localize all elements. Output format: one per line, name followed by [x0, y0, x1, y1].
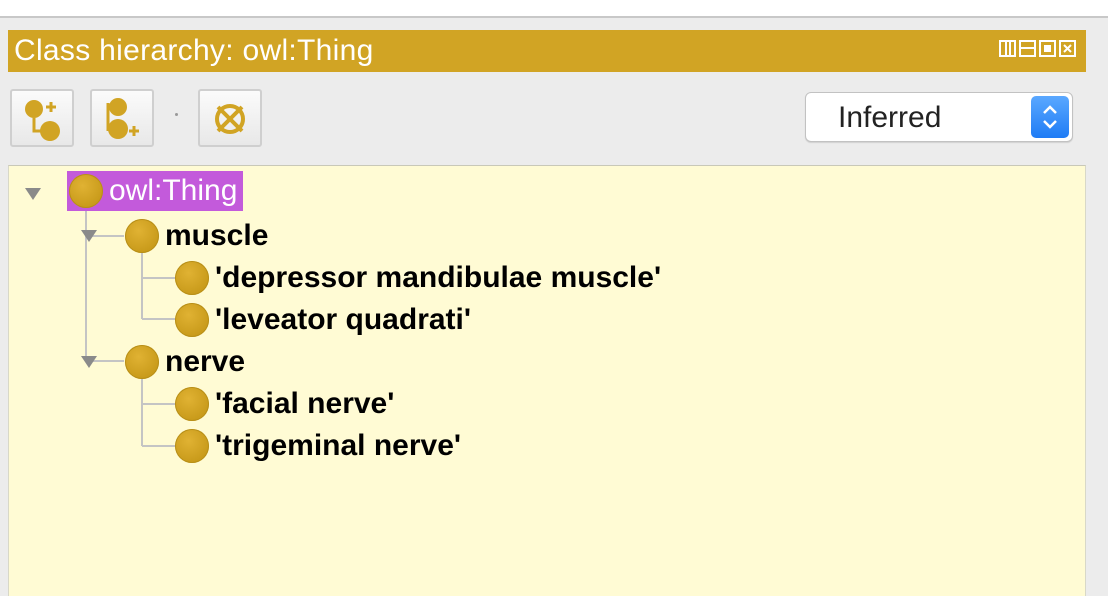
expand-triangle-icon[interactable]: [23, 184, 43, 204]
tree-node-depressor-mandibulae-muscle[interactable]: 'depressor mandibulae muscle': [175, 258, 661, 298]
columns-icon[interactable]: [999, 40, 1016, 57]
tree-node-leveator-quadrati[interactable]: 'leveator quadrati': [175, 300, 471, 340]
hierarchy-mode-select[interactable]: Inferred: [805, 92, 1073, 142]
select-arrows-icon: [1031, 96, 1069, 138]
tree-node-label: muscle: [165, 219, 269, 252]
add-subclass-button[interactable]: [10, 89, 74, 147]
add-sibling-button[interactable]: [90, 89, 154, 147]
tree-node-label: owl:Thing: [109, 174, 238, 207]
window-top-edge: [0, 0, 1108, 18]
tree-node-facial-nerve[interactable]: 'facial nerve': [175, 384, 394, 424]
class-icon: [175, 429, 209, 463]
tree-node-label: 'trigeminal nerve': [215, 429, 462, 462]
hierarchy-mode-value: Inferred: [838, 101, 942, 134]
tree-node-nerve[interactable]: nerve: [125, 342, 245, 382]
expand-triangle-icon[interactable]: [79, 352, 99, 372]
class-icon: [175, 387, 209, 421]
panel-title: Class hierarchy: owl:Thing: [14, 34, 374, 67]
class-icon: [125, 345, 159, 379]
class-icon: [175, 261, 209, 295]
tree-node-muscle[interactable]: muscle: [125, 216, 268, 256]
tree-node-label: 'leveator quadrati': [215, 303, 472, 336]
panel-title-bar: Class hierarchy: owl:Thing: [8, 30, 1086, 72]
maximize-icon[interactable]: [1039, 40, 1056, 57]
class-icon: [125, 219, 159, 253]
toolbar-separator: [175, 113, 178, 116]
tree-node-label: 'facial nerve': [215, 387, 395, 420]
add-subclass-icon: [25, 100, 60, 141]
add-sibling-icon: [106, 98, 139, 139]
hierarchy-toolbar: Inferred: [8, 84, 1086, 160]
tree-node-label: nerve: [165, 345, 246, 378]
rows-icon[interactable]: [1019, 40, 1036, 57]
view-controls: [999, 40, 1076, 57]
delete-class-icon: [215, 104, 245, 134]
class-tree[interactable]: owl:Thing muscle 'depressor mandibulae m…: [8, 165, 1086, 596]
delete-class-button[interactable]: [198, 89, 262, 147]
tree-node-owl-thing[interactable]: owl:Thing: [67, 171, 244, 211]
close-icon[interactable]: [1059, 40, 1076, 57]
class-icon: [175, 303, 209, 337]
class-icon: [69, 174, 103, 208]
tree-node-label: 'depressor mandibulae muscle': [215, 261, 662, 294]
tree-node-trigeminal-nerve[interactable]: 'trigeminal nerve': [175, 426, 461, 466]
expand-triangle-icon[interactable]: [79, 226, 99, 246]
